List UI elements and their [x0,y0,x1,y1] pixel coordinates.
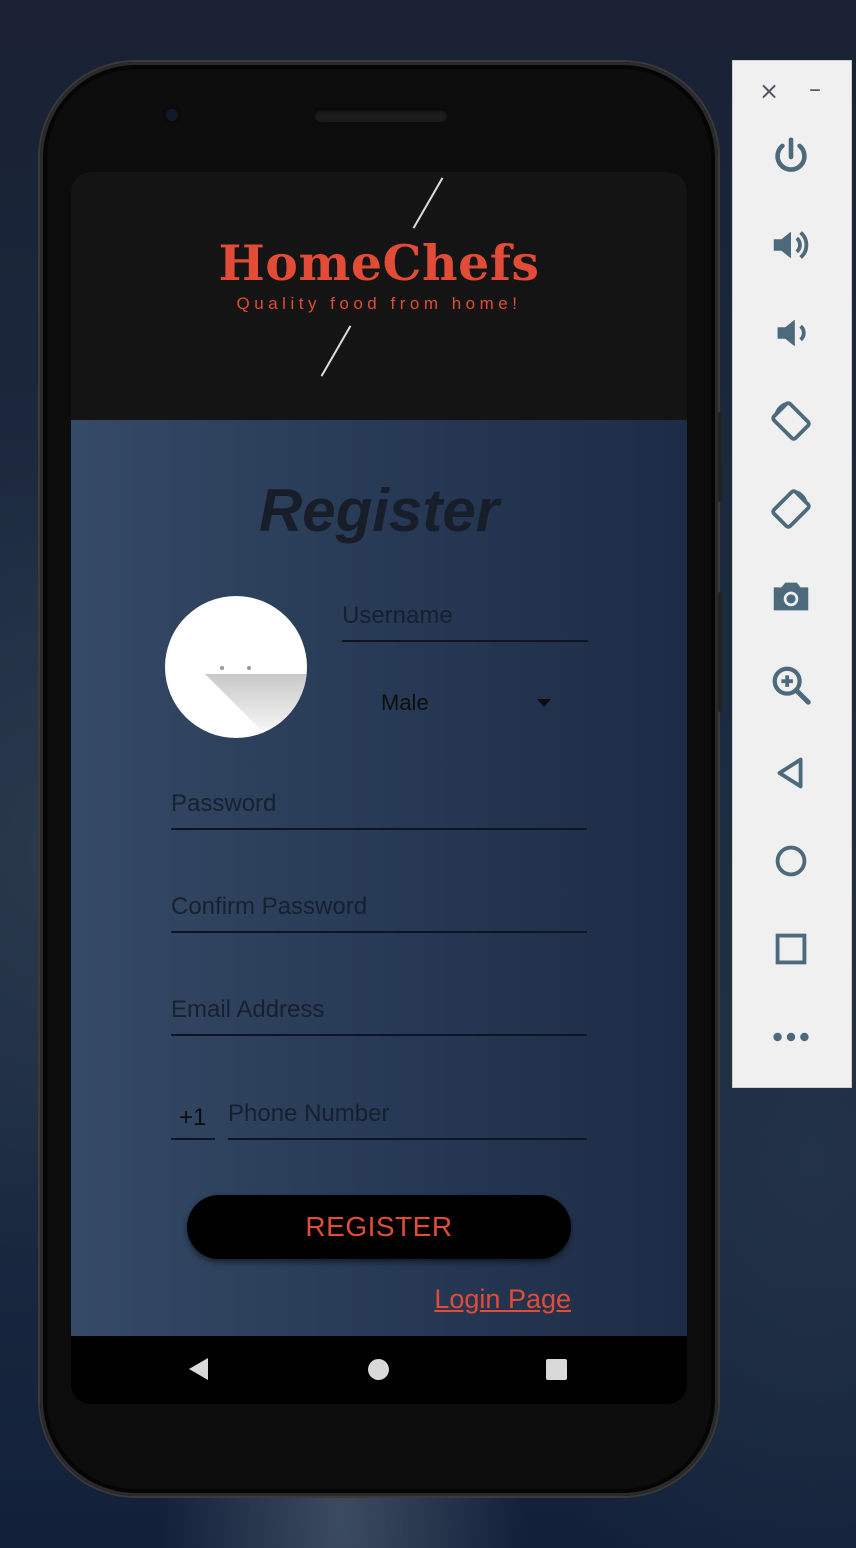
recents-icon[interactable] [546,1359,567,1380]
minimize-icon[interactable]: – [809,75,821,103]
avatar-placeholder-icon [205,674,307,729]
brand-logo-title: HomeChefs [218,234,540,292]
home-icon[interactable] [368,1359,389,1380]
back-icon [777,757,803,789]
overview-icon [775,933,807,965]
rotate-right-icon [771,489,811,529]
email-input[interactable] [171,990,587,1034]
more-icon [773,1032,809,1042]
email-field [171,986,587,1036]
android-navigation-bar [71,1336,687,1404]
emulator-toolbar: × – [732,60,852,1088]
register-button[interactable]: REGISTER [187,1195,571,1259]
confirm-password-field [171,883,587,933]
toolbar-home-button[interactable] [763,833,819,889]
camera-icon [773,582,809,611]
dropdown-arrow-icon [537,699,551,707]
phone-field [228,1090,587,1140]
phone-input[interactable] [228,1094,587,1138]
toolbar-overview-button[interactable] [763,921,819,977]
phone-side-button [718,592,722,712]
rotate-right-button[interactable] [763,481,819,537]
avatar-dot [220,666,224,670]
page-title: Register [258,477,500,544]
brand-tagline: Quality food from home! [236,294,522,313]
more-button[interactable] [763,1009,819,1065]
password-field [171,780,587,830]
password-input[interactable] [171,784,587,828]
logo-slash-top [412,177,444,229]
close-icon[interactable]: × [759,77,779,105]
back-icon[interactable] [189,1358,208,1380]
volume-down-button[interactable] [763,305,819,361]
zoom-icon [772,666,811,705]
login-page-link[interactable]: Login Page [434,1284,571,1315]
zoom-button[interactable] [763,657,819,713]
gender-dropdown[interactable]: Male [381,684,551,724]
gender-selected-value: Male [381,690,429,715]
username-input[interactable] [342,596,588,640]
username-field [342,592,588,642]
volume-up-button[interactable] [763,217,819,273]
avatar-dot [247,666,251,670]
toolbar-window-controls: × – [733,61,851,121]
power-button[interactable] [763,129,819,185]
toolbar-back-button[interactable] [763,745,819,801]
rotate-left-button[interactable] [763,393,819,449]
country-code-value: +1 [179,1104,207,1131]
phone-side-button [718,412,722,502]
home-icon [775,845,807,877]
earpiece-speaker [314,108,448,122]
phone-screen: HomeChefs Quality food from home! Regist… [71,172,687,1404]
country-code-selector[interactable]: +1 [171,1092,215,1140]
volume-up-icon [773,231,809,259]
register-form: Register Male +1 REGISTER Log [71,420,687,1336]
desktop-top-bar [0,0,856,46]
avatar-picker[interactable] [165,596,307,738]
app-header: HomeChefs Quality food from home! [71,172,687,420]
front-camera [162,105,182,125]
rotate-left-icon [771,401,811,441]
logo-slash-bottom [320,325,352,377]
confirm-password-input[interactable] [171,887,587,931]
volume-down-icon [777,319,806,347]
screenshot-button[interactable] [763,569,819,625]
power-icon [775,137,807,172]
